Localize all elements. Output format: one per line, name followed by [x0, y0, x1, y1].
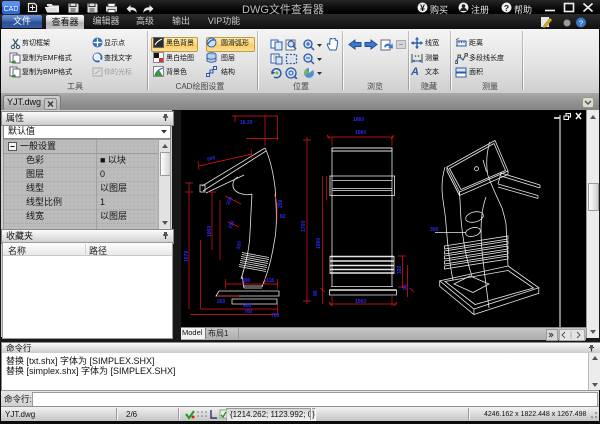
svg-text:1060: 1060: [207, 226, 213, 237]
svg-text:90: 90: [403, 284, 409, 290]
svg-text:490: 490: [242, 278, 251, 284]
svg-text:?: ?: [504, 3, 509, 13]
svg-text:1060: 1060: [353, 117, 364, 123]
svg-text:320: 320: [397, 265, 403, 274]
svg-text:700: 700: [271, 313, 280, 319]
svg-text:260: 260: [217, 299, 226, 305]
svg-text:82: 82: [280, 214, 286, 220]
svg-text:259: 259: [278, 199, 284, 208]
svg-text:¥: ¥: [420, 3, 425, 13]
svg-text:90: 90: [313, 290, 319, 296]
svg-text:?: ?: [579, 19, 583, 28]
svg-text:16.20: 16.20: [240, 120, 253, 126]
svg-text:1679: 1679: [184, 251, 190, 262]
svg-text:1060: 1060: [355, 130, 366, 136]
svg-text:1760: 1760: [301, 221, 307, 232]
svg-text:1060: 1060: [355, 299, 366, 305]
svg-text:700: 700: [244, 309, 253, 315]
svg-text:1060: 1060: [316, 238, 322, 249]
svg-text:118: 118: [266, 278, 274, 284]
svg-text:CAD: CAD: [4, 6, 19, 13]
svg-text:300: 300: [430, 227, 439, 233]
